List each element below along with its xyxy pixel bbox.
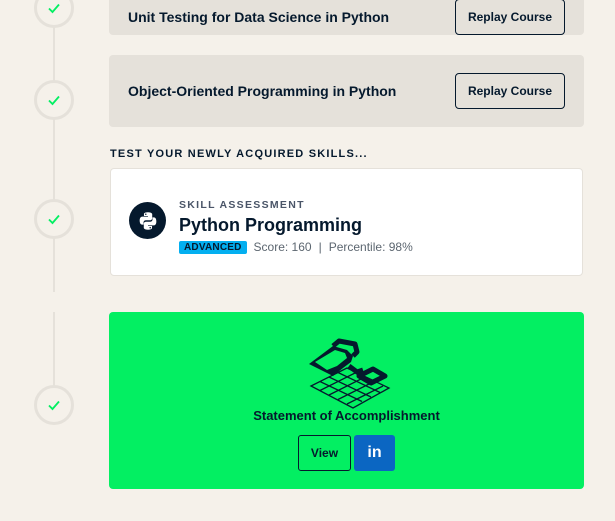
replay-course-button[interactable]: Replay Course (454, 73, 565, 109)
timeline-line (53, 0, 55, 292)
completed-check-icon (34, 80, 74, 120)
skill-meta: ADVANCED Score: 160 | Percentile: 98% (179, 240, 413, 254)
level-badge: ADVANCED (179, 240, 247, 254)
view-button[interactable]: View (298, 435, 351, 471)
skill-assessment-label: SKILL ASSESSMENT (179, 199, 305, 211)
linkedin-icon: in (367, 444, 382, 461)
course-card: Unit Testing for Data Science in Python … (109, 0, 584, 35)
completed-check-icon (34, 385, 74, 425)
trophy-icon (309, 338, 391, 409)
replay-course-button[interactable]: Replay Course (454, 0, 565, 35)
course-title: Unit Testing for Data Science in Python (128, 9, 390, 25)
linkedin-share-button[interactable]: in (354, 435, 395, 471)
percentile-text: Percentile: 98% (328, 240, 413, 254)
timeline-line (53, 312, 55, 392)
skill-assessment-card[interactable]: SKILL ASSESSMENT Python Programming ADVA… (110, 168, 583, 276)
skills-section-heading: TEST YOUR NEWLY ACQUIRED SKILLS... (110, 148, 368, 160)
course-title: Object-Oriented Programming in Python (128, 83, 397, 99)
course-card: Object-Oriented Programming in Python Re… (109, 55, 584, 127)
meta-separator: | (318, 240, 322, 254)
accomplishment-title: Statement of Accomplishment (253, 408, 440, 423)
completed-check-icon (34, 0, 74, 28)
python-logo-icon (129, 202, 166, 239)
score-text: Score: 160 (253, 240, 312, 254)
skill-title: Python Programming (179, 215, 363, 235)
completed-check-icon (34, 199, 74, 239)
accomplishment-card: Statement of Accomplishment View in (109, 312, 584, 489)
